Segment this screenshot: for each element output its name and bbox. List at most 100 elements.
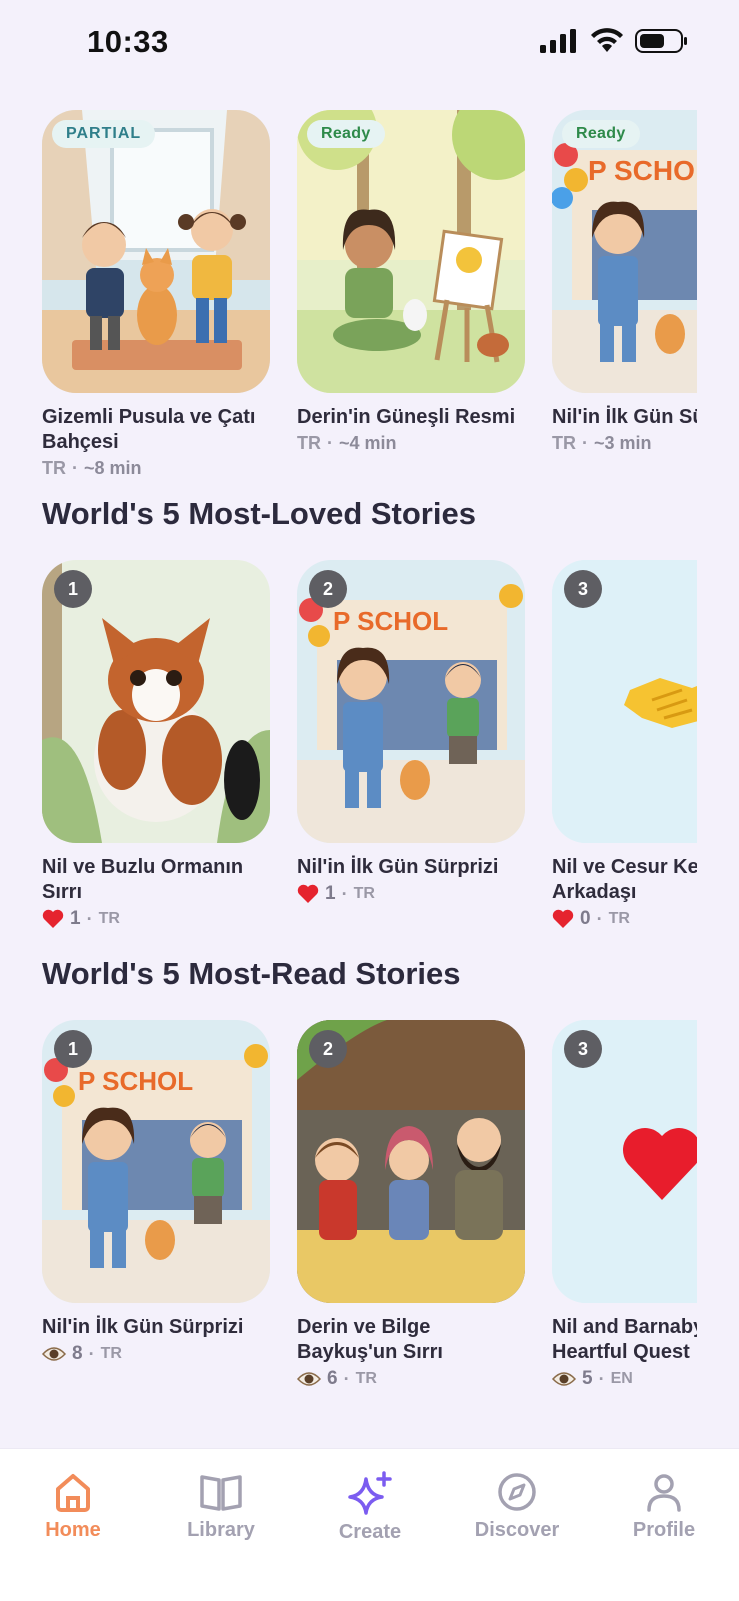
story-card[interactable]: P SCHOL (42, 1020, 270, 1365)
story-card[interactable]: 2 Derin ve Bilge Baykuş'un Sırrı 6 · TR (297, 1020, 525, 1390)
nav-profile[interactable]: Profile (604, 1471, 724, 1542)
nav-label: Create (338, 1521, 402, 1543)
separator: · (88, 1343, 95, 1364)
home-icon (56, 1474, 90, 1512)
sparkle-icon (348, 1471, 392, 1515)
nav-library[interactable]: Library (161, 1471, 281, 1542)
story-card[interactable]: 1 Nil ve Buzlu Ormanın Sırrı 1 · TR (42, 560, 270, 930)
section-title-most-loved: World's 5 Most-Loved Stories (42, 496, 476, 531)
story-illustration (297, 110, 525, 393)
story-language: TR (608, 910, 630, 927)
story-title: Nil'in İlk Gün Sürprizi (552, 406, 697, 428)
story-card[interactable]: Ready Derin'in Güneşli Resmi TR · ~4 min (297, 110, 525, 454)
story-title: Gizemli Pusula ve Çatı Bahçesi (42, 406, 256, 453)
story-title: Nil ve Cesur Kedi Arkadaşı (552, 856, 697, 903)
story-meta: 0 · TR (552, 908, 697, 930)
battery-icon (635, 29, 687, 53)
status-badge: Ready (307, 120, 385, 148)
story-cover[interactable]: 3 (552, 560, 697, 843)
status-badge: PARTIAL (52, 120, 156, 148)
separator: · (582, 433, 588, 453)
eye-icon (42, 1347, 66, 1361)
story-cover[interactable]: Ready (297, 110, 525, 393)
most-loved-row[interactable]: 1 Nil ve Buzlu Ormanın Sırrı 1 · TR P SC… (0, 560, 739, 950)
nav-label: Home (45, 1519, 101, 1541)
story-meta: 1 · TR (297, 883, 525, 905)
story-language: TR (355, 1370, 377, 1387)
signal-icon (540, 29, 576, 53)
story-cover[interactable]: P SCHOL (42, 1020, 270, 1303)
story-cover[interactable]: P SCHO Ready (552, 110, 697, 393)
read-count: 5 (582, 1368, 593, 1389)
section-title-most-read: World's 5 Most-Read Stories (42, 956, 461, 991)
story-meta: TR · ~4 min (297, 433, 525, 454)
story-language: TR (98, 910, 120, 927)
separator: · (327, 433, 333, 453)
story-cover[interactable]: PARTIAL (42, 110, 270, 393)
like-count: 1 (325, 883, 336, 904)
separator: · (343, 1368, 350, 1389)
svg-text:P SCHOL: P SCHOL (333, 606, 448, 636)
nav-label: Library (187, 1519, 255, 1541)
svg-text:P SCHO: P SCHO (588, 155, 695, 186)
eye-icon (297, 1372, 321, 1386)
story-card[interactable]: P SCHO Ready Nil'in İlk Gün S TR · ~3 mi… (552, 110, 697, 454)
story-duration: ~8 min (84, 458, 142, 478)
story-cover[interactable]: 1 (42, 560, 270, 843)
status-time: 10:33 (87, 24, 169, 59)
story-cover[interactable]: 2 (297, 1020, 525, 1303)
story-title: Nil and Barnaby's Heartful Quest (552, 1316, 697, 1363)
separator: · (596, 908, 603, 929)
separator: · (598, 1368, 605, 1389)
story-meta: 1 · TR (42, 908, 270, 930)
read-count: 6 (327, 1368, 338, 1389)
story-language: TR (552, 433, 576, 453)
story-illustration (42, 110, 270, 393)
status-badge: Ready (562, 120, 640, 148)
rank-badge: 2 (309, 1030, 347, 1068)
rank-badge: 3 (564, 570, 602, 608)
nav-discover[interactable]: Discover (457, 1471, 577, 1542)
story-card[interactable]: P SCHOL (297, 560, 525, 905)
home-feed[interactable]: PARTIAL Gizemli Pusula ve Çatı Bahçesi T… (0, 110, 739, 1410)
status-icons (539, 28, 689, 54)
rank-badge: 3 (564, 1030, 602, 1068)
separator: · (341, 883, 348, 904)
like-count: 1 (70, 908, 81, 929)
story-duration: ~4 min (339, 433, 397, 453)
story-meta: 5 · EN (552, 1368, 697, 1390)
story-title: Derin ve Bilge Baykuş'un Sırrı (297, 1316, 443, 1363)
read-count: 8 (72, 1343, 83, 1364)
story-cover[interactable]: P SCHOL (297, 560, 525, 843)
nav-label: Profile (632, 1519, 696, 1541)
nav-create[interactable]: Create (310, 1471, 430, 1544)
recent-stories-row[interactable]: PARTIAL Gizemli Pusula ve Çatı Bahçesi T… (0, 110, 739, 490)
story-title: Nil'in İlk Gün Sürprizi (42, 1316, 244, 1338)
person-icon (647, 1474, 681, 1512)
separator: · (72, 458, 78, 478)
heart-icon (42, 909, 64, 928)
story-card[interactable]: 3 Nil and Barnaby's Heartful Quest 5 · E… (552, 1020, 697, 1390)
story-card[interactable]: 3 Nil ve Cesur Kedi Arkadaşı 0 · TR (552, 560, 697, 930)
rank-badge: 1 (54, 570, 92, 608)
svg-text:P SCHOL: P SCHOL (78, 1066, 193, 1096)
nav-label: Discover (474, 1519, 560, 1541)
story-meta: TR · ~8 min (42, 458, 270, 479)
story-card[interactable]: PARTIAL Gizemli Pusula ve Çatı Bahçesi T… (42, 110, 270, 479)
wifi-icon (591, 28, 623, 52)
story-illustration: P SCHO (552, 110, 697, 393)
status-bar: 10:33 (0, 0, 739, 90)
rank-badge: 1 (54, 1030, 92, 1068)
nav-home[interactable]: Home (13, 1471, 133, 1542)
story-title: Derin'in Güneşli Resmi (297, 406, 516, 428)
story-language: TR (100, 1345, 122, 1362)
separator: · (86, 908, 93, 929)
story-meta: 8 · TR (42, 1343, 270, 1365)
most-read-row[interactable]: P SCHOL 1 Nil'in İlk Gün Sürprizi 8 · TR… (0, 1020, 739, 1410)
heart-icon (552, 909, 574, 928)
story-title: Nil ve Buzlu Ormanın Sırrı (42, 856, 244, 903)
book-icon (200, 1475, 242, 1511)
bottom-nav: Home Library Create Discover Profile (0, 1448, 739, 1601)
story-cover[interactable]: 3 (552, 1020, 697, 1303)
story-language: TR (42, 458, 66, 478)
